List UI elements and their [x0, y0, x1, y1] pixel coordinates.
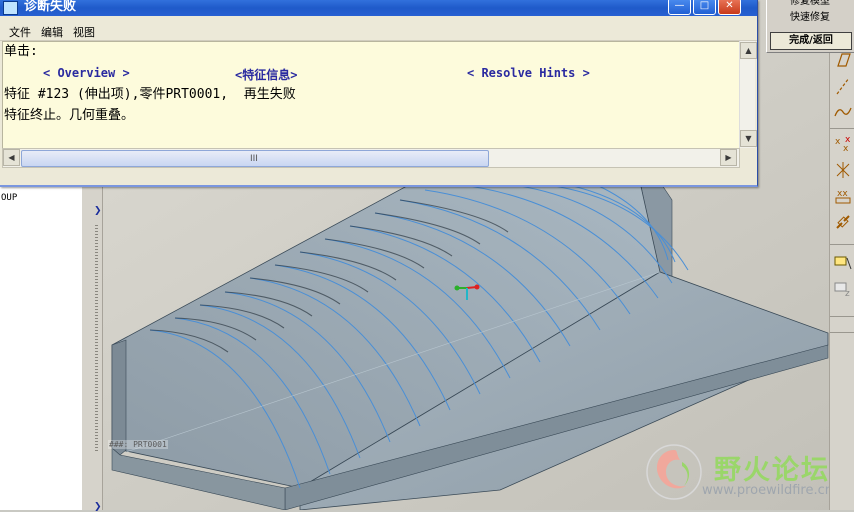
- watermark-logo-icon: [646, 444, 702, 500]
- datum-point-icon[interactable]: xxx: [833, 134, 853, 154]
- scroll-grip: III: [250, 154, 258, 164]
- model-tree-panel[interactable]: OUP: [0, 183, 83, 510]
- sketch-plane-icon[interactable]: [833, 50, 853, 70]
- right-toolbar: xxx xx z: [829, 40, 854, 510]
- watermark-site-name: 野火论坛: [714, 455, 830, 486]
- scroll-up-icon[interactable]: ▲: [740, 42, 757, 59]
- svg-text:x: x: [843, 144, 849, 154]
- failure-detail-line: 特征终止。几何重叠。: [4, 108, 135, 123]
- sketch-edit-icon[interactable]: z: [833, 278, 853, 299]
- horizontal-scrollbar[interactable]: ◀ III ▶: [2, 148, 740, 168]
- model-name-label: ###: PRT0001: [108, 440, 168, 449]
- datum-curve-icon[interactable]: [833, 102, 853, 122]
- menu-edit[interactable]: 编辑: [41, 24, 63, 40]
- menu-item-quick-fix[interactable]: 快速修复: [769, 10, 851, 26]
- sash-collapse-icon[interactable]: ❯: [94, 503, 102, 512]
- maximize-button[interactable]: □: [693, 0, 716, 15]
- window-app-icon: [3, 1, 18, 15]
- svg-text:x: x: [835, 137, 841, 147]
- model-tree-item[interactable]: OUP: [1, 193, 17, 203]
- scroll-left-icon[interactable]: ◀: [3, 149, 20, 166]
- menu-view[interactable]: 视图: [73, 24, 95, 40]
- click-label: 单击:: [4, 44, 38, 59]
- svg-text:z: z: [845, 289, 850, 298]
- diagnostic-message-area: 单击: < Overview > <特征信息> < Resolve Hints …: [2, 41, 740, 149]
- vertical-scrollbar[interactable]: ▲ ▼: [739, 41, 757, 148]
- resolve-hints-link[interactable]: < Resolve Hints >: [467, 66, 590, 80]
- coordinate-system-icon[interactable]: [833, 160, 853, 180]
- horizontal-scroll-thumb[interactable]: III: [21, 150, 489, 167]
- dialog-titlebar[interactable]: 诊断失败 — □ ✕: [0, 0, 757, 16]
- menu-item-done-return[interactable]: 完成/返回: [770, 32, 852, 50]
- menu-file[interactable]: 文件: [9, 24, 31, 40]
- datum-axis-icon[interactable]: [833, 76, 853, 96]
- scroll-down-icon[interactable]: ▼: [740, 130, 757, 147]
- sketch-tool-icon[interactable]: [833, 252, 853, 272]
- chain-link-icon[interactable]: [833, 212, 853, 232]
- site-watermark: 野火论坛 www.proewildfire.cn: [644, 442, 854, 502]
- dialog-menubar: 文件 编辑 视图: [0, 20, 757, 41]
- menu-manager: 修复模型 快速修复 完成/返回: [766, 0, 854, 53]
- panel-sash[interactable]: ❯ ❯: [82, 183, 103, 512]
- coordinate-triad-icon: [451, 280, 481, 302]
- diagnostics-dialog: 诊断失败 — □ ✕ 文件 编辑 视图 单击: < Overview > <特征…: [0, 0, 758, 187]
- analysis-feature-icon[interactable]: xx: [833, 186, 853, 206]
- failure-message-line: 特征 #123 (伸出项),零件PRT0001, 再生失败: [4, 87, 296, 102]
- menu-item-fix-model[interactable]: 修复模型: [769, 0, 851, 10]
- sash-expand-icon[interactable]: ❯: [94, 207, 102, 216]
- scroll-right-icon[interactable]: ▶: [720, 149, 737, 166]
- dialog-title: 诊断失败: [24, 0, 77, 14]
- svg-text:x: x: [845, 135, 851, 145]
- feature-info-link[interactable]: <特征信息>: [235, 66, 297, 83]
- overview-link[interactable]: < Overview >: [43, 66, 130, 80]
- minimize-button[interactable]: —: [668, 0, 691, 15]
- watermark-url: www.proewildfire.cn: [702, 483, 833, 498]
- close-button[interactable]: ✕: [718, 0, 741, 15]
- sash-grip[interactable]: [95, 223, 98, 453]
- wall-left-face: [111, 339, 127, 456]
